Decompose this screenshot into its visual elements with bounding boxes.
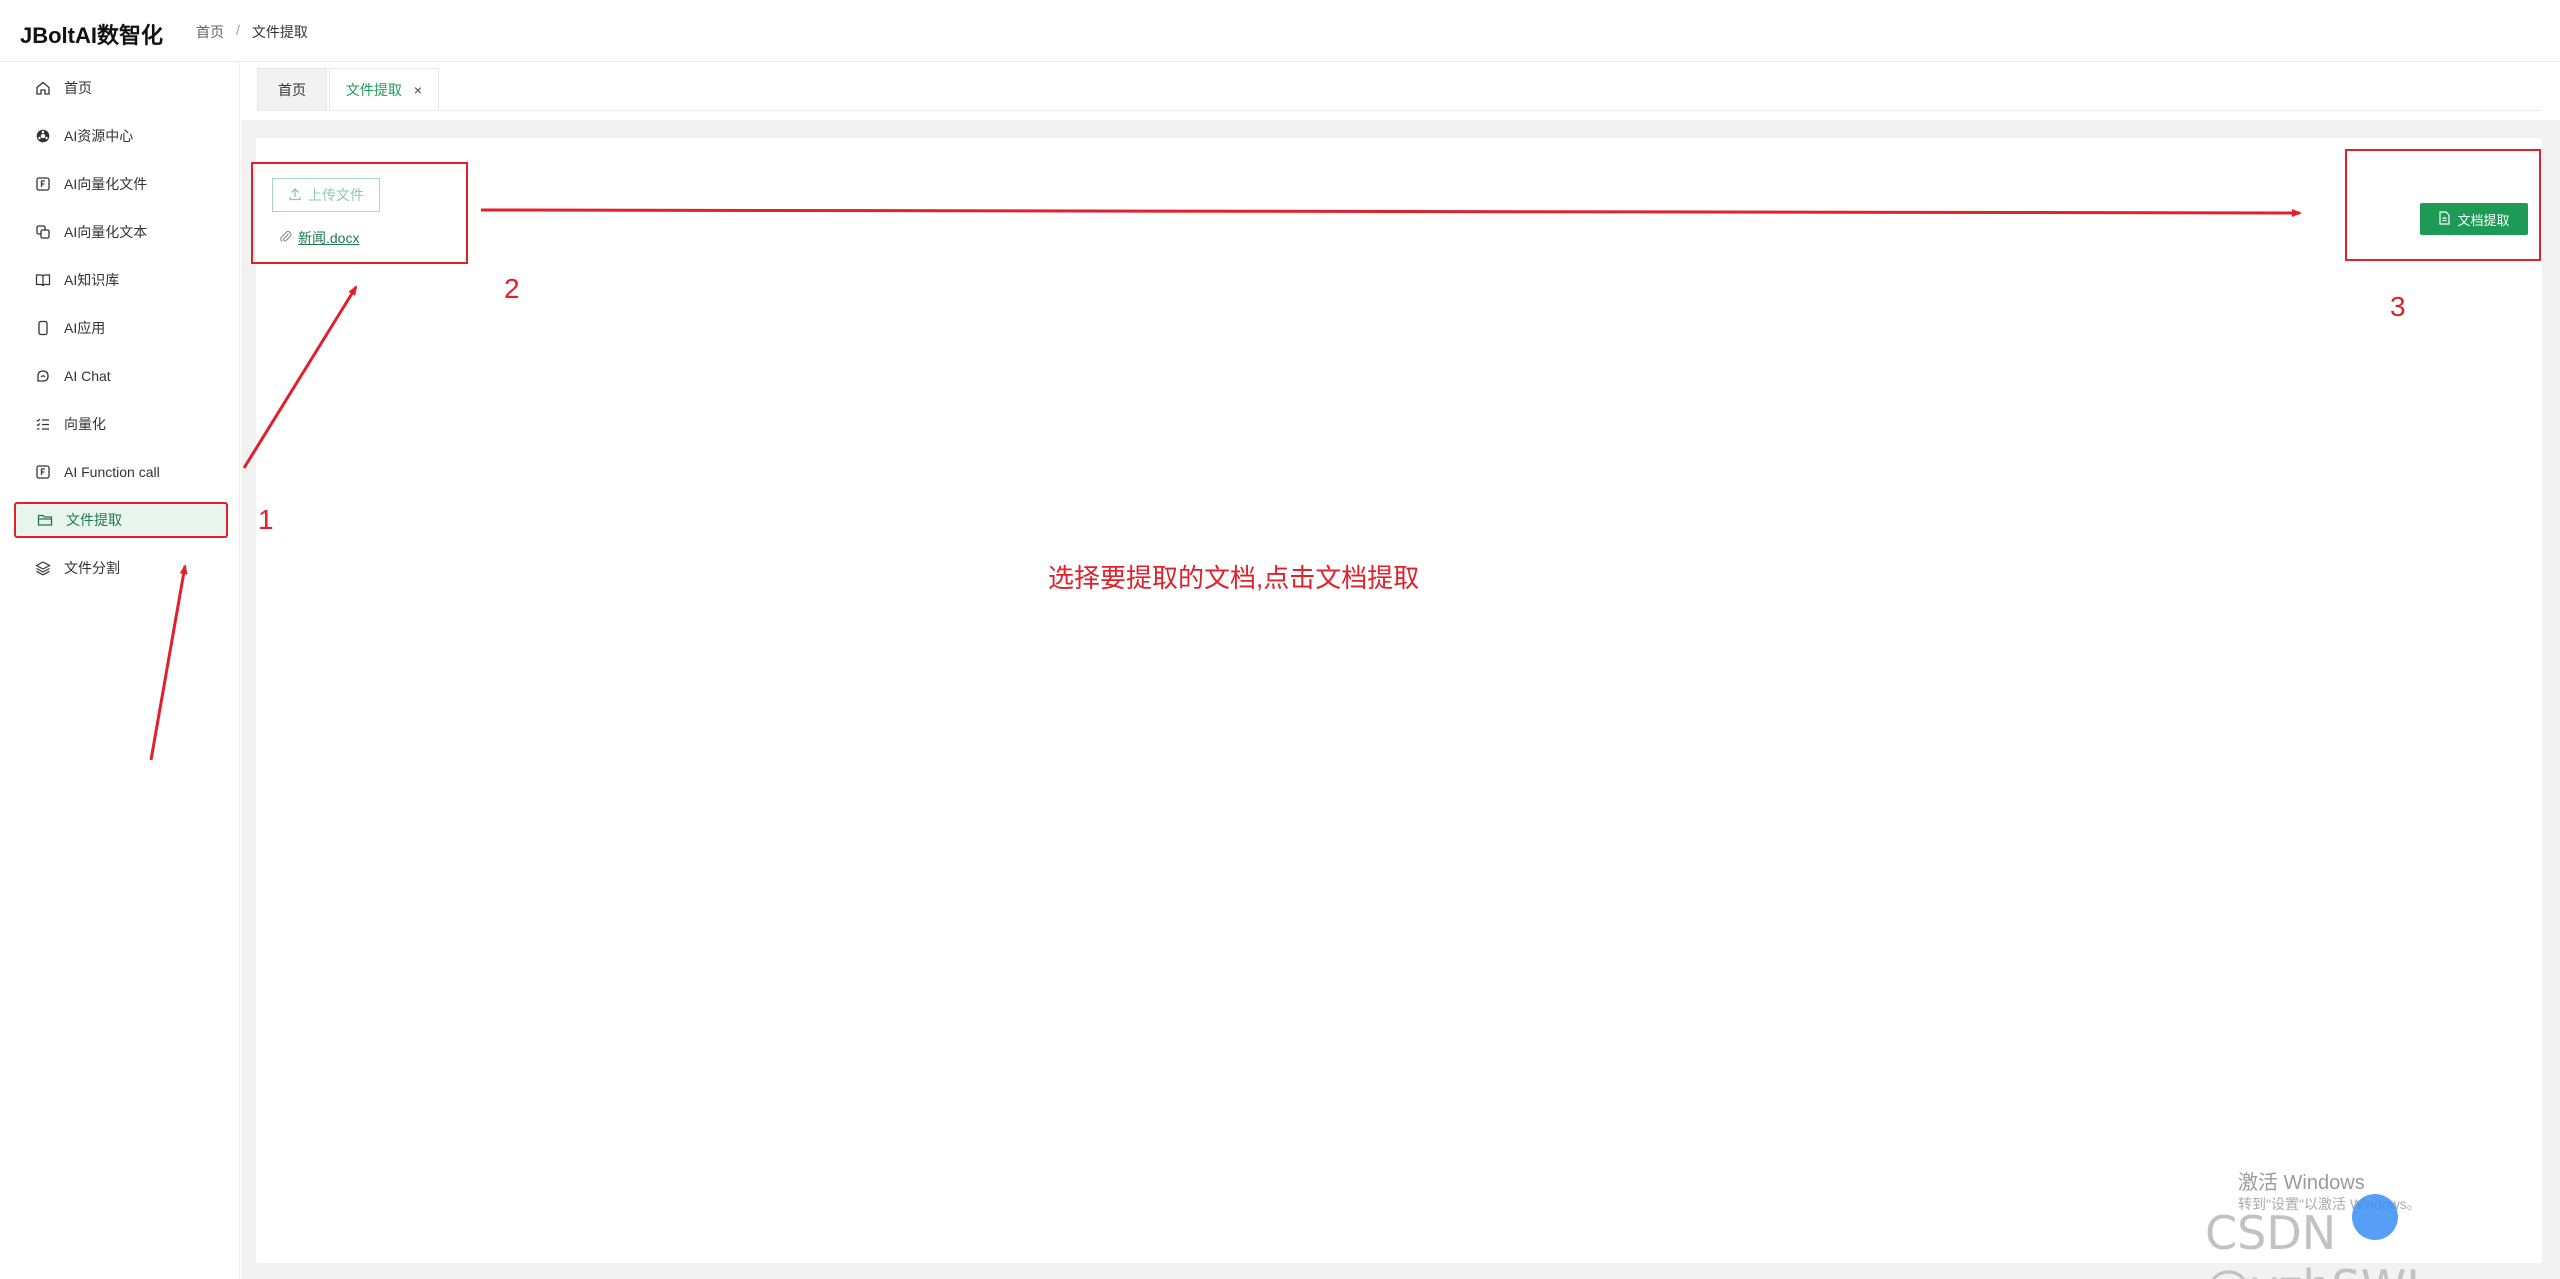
- annotation-number-2: 2: [504, 273, 520, 304]
- arrow-to-menu: [149, 564, 188, 761]
- windows-activate-title: 激活 Windows: [2238, 1172, 2365, 1194]
- annotation-instruction: 选择要提取的文档,点击文档提取: [1048, 563, 1420, 593]
- arrow-to-upload: [242, 285, 358, 469]
- annotation-arrows: [149, 208, 2302, 761]
- csdn-watermark: CSDN @yzhSWJ: [2205, 1206, 2420, 1279]
- arrow-to-extract: [480, 208, 2302, 217]
- annotation-number-1: 1: [258, 504, 274, 535]
- annotation-number-3: 3: [2390, 291, 2406, 322]
